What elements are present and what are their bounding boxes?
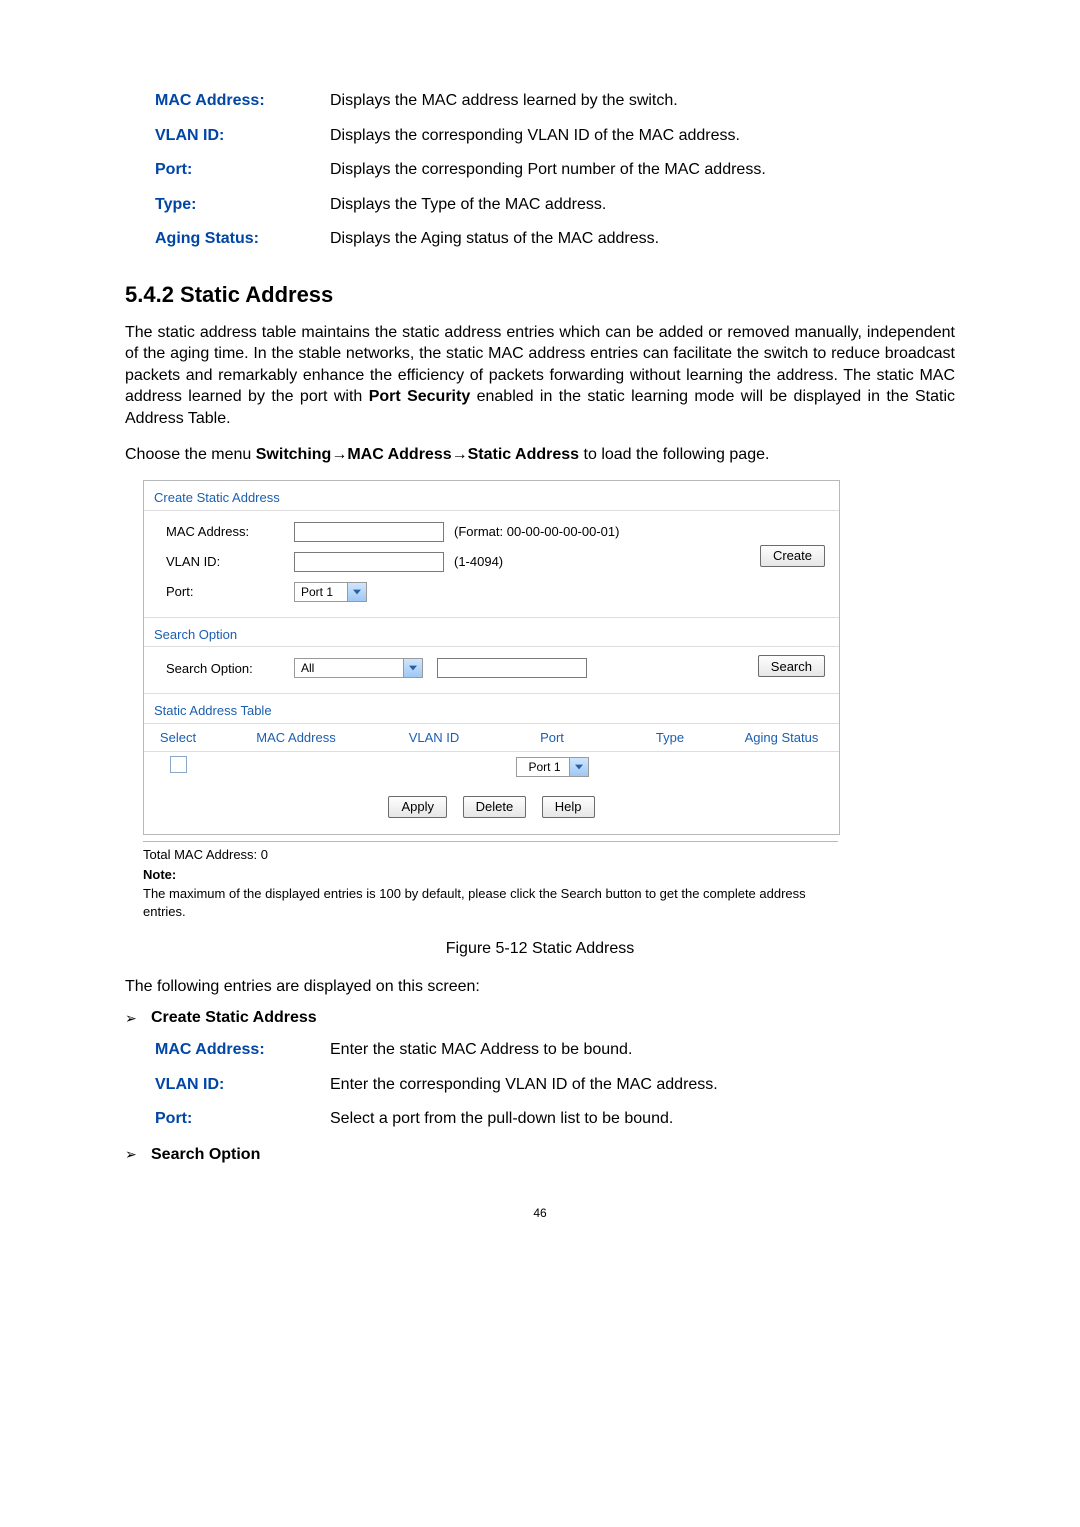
vlan-range-hint: (1-4094) (454, 553, 503, 571)
def-row: Port: Select a port from the pull-down l… (155, 1108, 955, 1130)
def-row: Type: Displays the Type of the MAC addre… (155, 194, 955, 216)
search-value-input[interactable] (437, 658, 587, 678)
apply-button[interactable]: Apply (388, 796, 447, 818)
def-term: Aging Status: (155, 228, 330, 250)
mac-address-input[interactable] (294, 522, 444, 542)
intro-paragraph-1: The static address table maintains the s… (125, 322, 955, 430)
def-term: MAC Address: (155, 1039, 330, 1061)
port-select-value: Port 1 (301, 584, 345, 600)
panel-body-create: MAC Address: (Format: 00-00-00-00-00-01)… (144, 511, 839, 617)
panel-title-table: Static Address Table (144, 693, 839, 724)
col-select: Select (144, 724, 212, 752)
vlan-id-input[interactable] (294, 552, 444, 572)
def-desc: Displays the Aging status of the MAC add… (330, 228, 955, 250)
def-row: Aging Status: Displays the Aging status … (155, 228, 955, 250)
panel-title-create: Create Static Address (144, 481, 839, 511)
cell-aging (724, 752, 839, 782)
figure-caption: Figure 5-12 Static Address (125, 938, 955, 960)
cell-type (616, 752, 724, 782)
search-button[interactable]: Search (758, 655, 825, 677)
def-desc: Displays the Type of the MAC address. (330, 194, 955, 216)
help-button[interactable]: Help (542, 796, 595, 818)
intro-paragraph-2: Choose the menu Switching→MAC Address→St… (125, 444, 955, 466)
chevron-down-icon (403, 659, 422, 677)
arrow-icon: → (331, 446, 347, 463)
definition-list-create: MAC Address: Enter the static MAC Addres… (155, 1039, 955, 1130)
col-aging: Aging Status (724, 724, 839, 752)
bullet-search-option: ➢ Search Option (125, 1144, 955, 1166)
text-bold: Static Address (468, 446, 579, 463)
bullet-label: Create Static Address (151, 1007, 317, 1029)
def-term: VLAN ID: (155, 1074, 330, 1096)
section-heading: 5.4.2 Static Address (125, 280, 955, 310)
def-desc: Enter the static MAC Address to be bound… (330, 1039, 955, 1061)
row-port-select[interactable]: Port 1 (516, 757, 589, 777)
static-address-table: Select MAC Address VLAN ID Port Type Agi… (144, 724, 839, 782)
mac-address-label: MAC Address: (166, 523, 294, 541)
def-term: MAC Address: (155, 90, 330, 112)
col-port: Port (488, 724, 616, 752)
text-bold: Switching (256, 446, 332, 463)
def-row: MAC Address: Enter the static MAC Addres… (155, 1039, 955, 1061)
def-row: MAC Address: Displays the MAC address le… (155, 90, 955, 112)
vlan-id-label: VLAN ID: (166, 553, 294, 571)
delete-button[interactable]: Delete (463, 796, 527, 818)
def-term: Type: (155, 194, 330, 216)
total-mac-line: Total MAC Address: 0 (143, 846, 838, 864)
search-option-label: Search Option: (166, 660, 294, 678)
bullet-label: Search Option (151, 1144, 260, 1166)
port-select[interactable]: Port 1 (294, 582, 367, 602)
def-term: Port: (155, 1108, 330, 1130)
def-desc: Select a port from the pull-down list to… (330, 1108, 955, 1130)
def-term: Port: (155, 159, 330, 181)
create-button[interactable]: Create (760, 545, 825, 567)
screen-entries-lead: The following entries are displayed on t… (125, 976, 955, 998)
def-desc: Displays the corresponding VLAN ID of th… (330, 125, 955, 147)
def-desc: Enter the corresponding VLAN ID of the M… (330, 1074, 955, 1096)
row-port-value: Port 1 (523, 759, 567, 775)
def-row: VLAN ID: Enter the corresponding VLAN ID… (155, 1074, 955, 1096)
table-row: Port 1 (144, 752, 839, 782)
port-label: Port: (166, 583, 294, 601)
definition-list-top: MAC Address: Displays the MAC address le… (155, 90, 955, 250)
ui-figure: Create Static Address MAC Address: (Form… (143, 480, 840, 835)
def-term: VLAN ID: (155, 125, 330, 147)
page-number: 46 (125, 1205, 955, 1221)
text-bold: MAC Address (347, 446, 451, 463)
note-body: The maximum of the displayed entries is … (143, 885, 838, 920)
cell-vlan (380, 752, 488, 782)
bullet-create-static: ➢ Create Static Address (125, 1007, 955, 1029)
text: Choose the menu (125, 446, 256, 463)
triangle-bullet-icon: ➢ (125, 1009, 151, 1028)
col-vlan: VLAN ID (380, 724, 488, 752)
text-bold: Port Security (369, 388, 471, 405)
chevron-down-icon (569, 758, 588, 776)
search-option-value: All (301, 660, 401, 676)
chevron-down-icon (347, 583, 366, 601)
row-select-checkbox[interactable] (170, 756, 187, 773)
def-desc: Displays the MAC address learned by the … (330, 90, 955, 112)
mac-format-hint: (Format: 00-00-00-00-00-01) (454, 523, 619, 541)
note-heading: Note: (143, 866, 838, 884)
figure-footer: Total MAC Address: 0 Note: The maximum o… (143, 841, 838, 920)
cell-mac (212, 752, 380, 782)
action-button-row: Apply Delete Help (144, 782, 839, 834)
panel-title-search: Search Option (144, 617, 839, 648)
search-option-select[interactable]: All (294, 658, 423, 678)
def-row: Port: Displays the corresponding Port nu… (155, 159, 955, 181)
col-mac: MAC Address (212, 724, 380, 752)
text: to load the following page. (579, 446, 769, 463)
triangle-bullet-icon: ➢ (125, 1145, 151, 1164)
def-row: VLAN ID: Displays the corresponding VLAN… (155, 125, 955, 147)
arrow-icon: → (452, 446, 468, 463)
panel-body-search: Search Option: All Search (144, 647, 839, 693)
def-desc: Displays the corresponding Port number o… (330, 159, 955, 181)
col-type: Type (616, 724, 724, 752)
